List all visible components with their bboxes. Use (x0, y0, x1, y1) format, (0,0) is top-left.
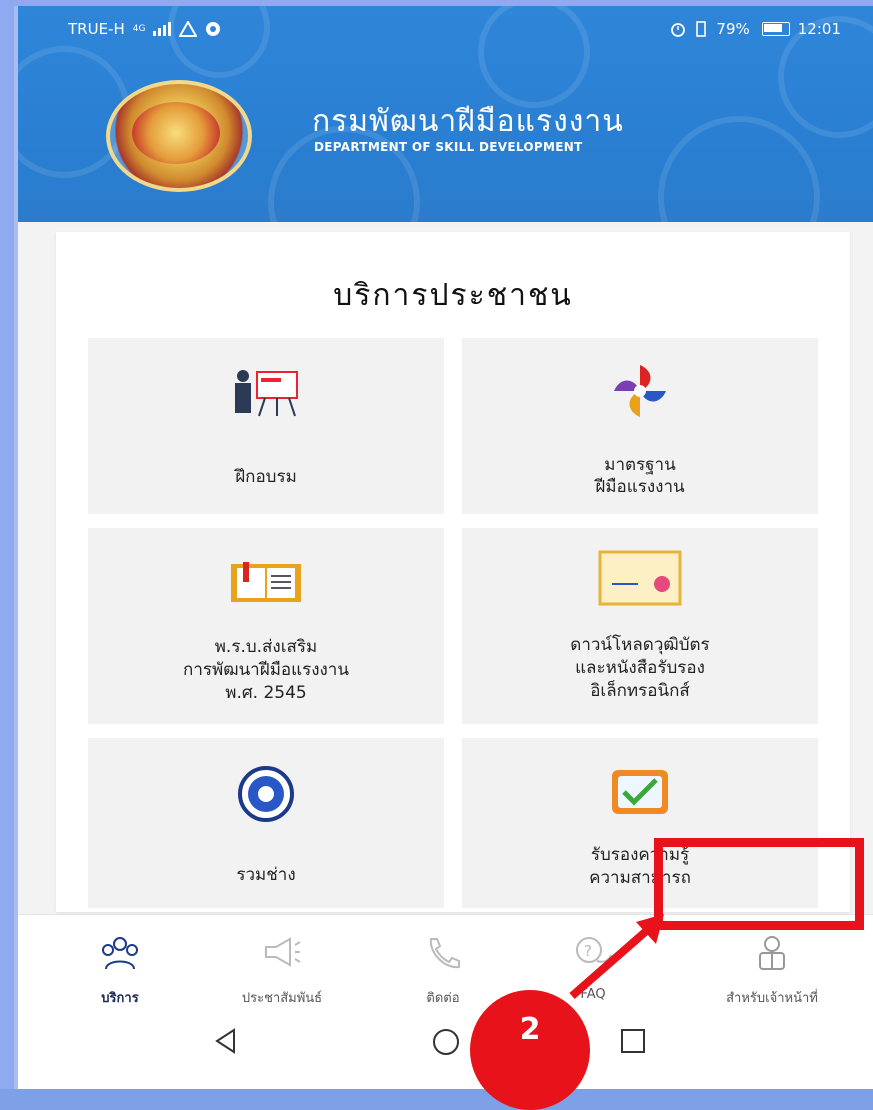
warning-icon (179, 21, 198, 37)
tile-label: พ.ศ. 2545 (225, 683, 307, 703)
gear-decoration-icon (658, 116, 820, 222)
nav-services[interactable]: บริการ (60, 915, 180, 1013)
clock: 12:01 (797, 20, 841, 38)
carrier-label: TRUE-H (68, 20, 125, 38)
app-notification-icon (206, 22, 221, 36)
officer-icon (759, 936, 785, 970)
tile-label: การพัฒนาฝีมือแรงงาน (183, 660, 349, 680)
step-number: 2 (519, 1012, 541, 1047)
tile-label: ฝีมือแรงงาน (595, 477, 685, 497)
standard-emblem-icon (614, 365, 666, 417)
card-title: บริการประชาชน (333, 278, 573, 313)
vibrate-icon (696, 21, 707, 37)
tile-label: รวมช่าง (236, 865, 296, 885)
tile-label: และหนังสือรับรอง (575, 658, 705, 678)
technician-seal-icon (238, 766, 294, 822)
department-title-thai: กรมพัฒนาฝีมือแรงงาน (312, 104, 624, 139)
tile-download-certificate[interactable]: ดาวน์โหลดวุฒิบัตร และหนังสือรับรอง อิเล็… (462, 528, 818, 724)
public-services-card: บริการประชาชน ฝึกอบรม มาตรฐาน ฝีมือแรงงา… (56, 232, 850, 912)
book-icon (231, 562, 301, 602)
tile-skill-act[interactable]: พ.ร.บ.ส่งเสริม การพัฒนาฝีมือแรงงาน พ.ศ. … (88, 528, 444, 724)
signal-icon (153, 22, 172, 36)
tile-skill-standard[interactable]: มาตรฐาน ฝีมือแรงงาน (462, 338, 818, 514)
battery-percent: 79% (716, 20, 750, 38)
nav-contact[interactable]: ติดต่อ (388, 915, 498, 1013)
nav-public-relations[interactable]: ประชาสัมพันธ์ (212, 915, 352, 1013)
megaphone-icon (265, 937, 301, 967)
nav-label: สำหรับเจ้าหน้าที่ (726, 991, 818, 1006)
tile-label: ฝึกอบรม (235, 467, 297, 487)
recent-apps-icon[interactable] (620, 1028, 646, 1054)
home-icon[interactable] (432, 1028, 460, 1056)
tile-label: อิเล็กทรอนิกส์ (590, 681, 690, 701)
app-header: TRUE-H 4G 79% 12:01 กรมพัฒนาฝีมือแรงงาน … (18, 6, 873, 222)
system-navigation-bar (18, 1012, 873, 1089)
alarm-icon (671, 23, 686, 37)
department-seal-logo (106, 80, 252, 192)
checkmark-document-icon (612, 770, 668, 814)
nav-label: ติดต่อ (426, 991, 460, 1006)
tile-label: พ.ร.บ.ส่งเสริม (214, 637, 318, 657)
phone-icon (429, 938, 460, 969)
network-type: 4G (132, 24, 146, 34)
tile-label: มาตรฐาน (604, 455, 676, 475)
trainer-icon (235, 370, 298, 417)
arrow-icon (569, 914, 664, 1000)
people-group-icon (102, 937, 138, 970)
certificate-icon (598, 550, 682, 606)
battery-icon (761, 22, 790, 36)
nav-label: บริการ (101, 991, 139, 1006)
tile-technicians[interactable]: รวมช่าง (88, 738, 444, 908)
nav-label: ประชาสัมพันธ์ (241, 991, 323, 1006)
tile-label: ดาวน์โหลดวุฒิบัตร (570, 635, 710, 655)
back-icon[interactable] (214, 1028, 238, 1054)
step-badge: 2 (470, 990, 590, 1110)
department-title-english: DEPARTMENT OF SKILL DEVELOPMENT (314, 140, 583, 154)
status-bar: TRUE-H 4G 79% 12:01 (18, 6, 873, 50)
tile-training[interactable]: ฝึกอบรม (88, 338, 444, 514)
highlight-box (654, 838, 864, 930)
